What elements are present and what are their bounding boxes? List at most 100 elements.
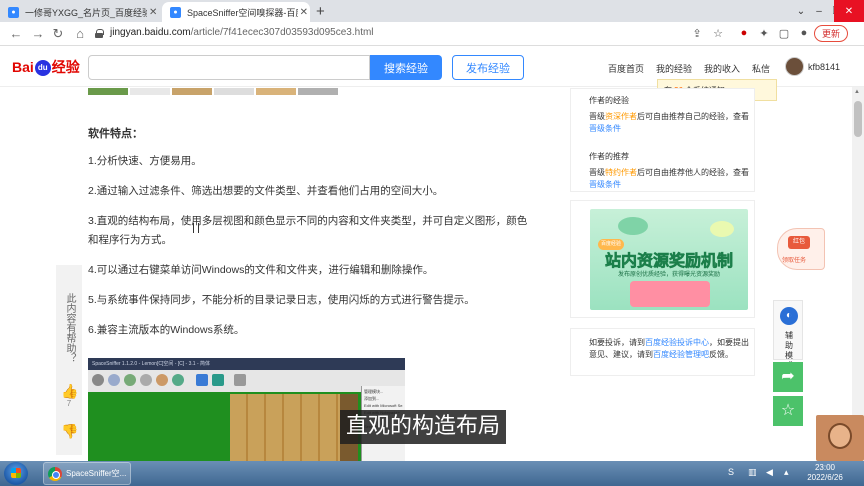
thumbs-up-icon[interactable]: 👍 xyxy=(61,383,78,399)
page-scrollbar[interactable]: ▲ ▼ xyxy=(852,87,864,460)
publish-button[interactable]: 发布经验 xyxy=(452,55,524,80)
author-exp-title: 作者的经验 xyxy=(589,96,629,105)
tool-icon xyxy=(140,374,152,386)
tab-title: 一修哥YXGG_名片页_百度经验 xyxy=(25,7,147,18)
text-part: 意见、建议，请到 xyxy=(589,350,653,359)
author-card: 作者的经验 晋级资深作者后可自由推荐自己的经验，查看 晋级条件 作者的推荐 晋级… xyxy=(570,88,755,192)
red-packet-widget[interactable]: 红包 领取任务 xyxy=(777,228,825,270)
share-page-icon[interactable]: ⇪ xyxy=(690,27,704,40)
chrome-icon xyxy=(48,467,62,481)
scroll-thumb[interactable] xyxy=(854,101,862,137)
banner-subtitle: 发布原创优质经验，获得曝光资源奖励 xyxy=(617,272,720,278)
screenshot-title: SpaceSniffer 1.1.2.0 - Lemon[C]空间 - [C] … xyxy=(88,358,405,370)
back-icon[interactable]: ← xyxy=(8,26,24,41)
highlight-text: 资深作者 xyxy=(605,112,637,121)
nav-home-link[interactable]: 百度首页 xyxy=(608,62,644,75)
close-window-icon[interactable]: ✕ xyxy=(834,0,864,22)
reload-icon[interactable]: ↻ xyxy=(50,26,66,42)
reward-banner[interactable]: 百度经验 站内资源奖励机制 发布原创优质经验，获得曝光资源奖励 xyxy=(590,209,748,310)
menu-item: Edit with Microsoft Se... xyxy=(364,403,403,408)
feature-item: 4.可以通过右键菜单访问Windows的文件和文件夹，进行编辑和删除操作。 xyxy=(88,264,434,276)
logo-jingyan-text: 经验 xyxy=(51,59,80,75)
text-part: 后可自由推荐自己的经验，查看 xyxy=(637,112,749,121)
complaint-center-link[interactable]: 百度经验投诉中心 xyxy=(645,338,709,347)
presenter-webcam xyxy=(816,415,864,461)
feature-item: 3.直观的结构布局，使用多层视图和颜色显示不同的内容和文件夹类型，并可自定义图形… xyxy=(88,215,528,246)
text-part: ，如要提出 xyxy=(709,338,749,347)
feedback-bar-link[interactable]: 百度经验管理吧 xyxy=(653,350,709,359)
puzzle-extensions-icon[interactable]: ✦ xyxy=(757,27,771,40)
baidu-jingyan-logo[interactable]: Bai du 经验 xyxy=(12,57,80,77)
share-button[interactable]: ➦ xyxy=(773,362,803,392)
menu-item: 管理模块... xyxy=(364,389,384,394)
network-icon[interactable]: ▥ xyxy=(748,467,757,478)
paw-icon: du xyxy=(34,60,51,77)
username[interactable]: kfb8141 xyxy=(808,62,840,72)
system-clock[interactable]: 23:00 2022/6/26 xyxy=(803,463,847,483)
volume-icon[interactable]: ◀ xyxy=(766,467,773,478)
avatar[interactable] xyxy=(785,57,804,76)
search-input[interactable] xyxy=(88,55,370,80)
extension-icon[interactable]: ● xyxy=(737,27,751,39)
thumbs-down-icon[interactable]: 👎 xyxy=(61,423,78,439)
taskbar-chrome-item[interactable]: SpaceSniffer空... xyxy=(43,462,131,485)
feature-item: 2.通过输入过滤条件、筛选出想要的文件类型、并查看他们占用的空间大小。 xyxy=(88,185,444,197)
promotion-link[interactable]: 晋级条件 xyxy=(589,180,621,189)
assist-mode-icon: ◐ xyxy=(780,307,798,325)
tab-close-icon[interactable]: ✕ xyxy=(298,7,310,18)
search-button[interactable]: 搜索经验 xyxy=(370,55,442,80)
feature-item: 6.兼容主流版本的Windows系统。 xyxy=(88,324,245,336)
bookmark-star-icon[interactable]: ☆ xyxy=(711,27,725,40)
address-bar[interactable]: jingyan.baidu.com/article/7f41ecec307d03… xyxy=(110,27,374,38)
star-icon: ☆ xyxy=(780,402,796,419)
floating-toolbar: ◐ 辅助模式 ➦ ☆ xyxy=(773,300,803,428)
author-rec-title: 作者的推荐 xyxy=(589,152,629,161)
feature-item: 1.分析快速、方便易用。 xyxy=(88,155,202,167)
tool-icon xyxy=(156,374,168,386)
scroll-up-icon[interactable]: ▲ xyxy=(854,89,860,95)
clock-date: 2022/6/26 xyxy=(807,473,843,482)
text-part: 如要投诉，请到 xyxy=(589,338,645,347)
nav-my-income-link[interactable]: 我的收入 xyxy=(704,62,740,75)
tool-icon xyxy=(196,374,208,386)
decor-shape xyxy=(618,217,648,235)
treemap-blocks xyxy=(230,394,340,461)
tool-icon xyxy=(234,374,246,386)
author-exp-text: 晋级资深作者后可自由推荐自己的经验，查看 xyxy=(589,111,749,122)
image-thumbnail-strip xyxy=(88,88,338,95)
menu-item: 添加到... xyxy=(364,396,380,401)
tab-close-icon[interactable]: ✕ xyxy=(147,7,161,18)
tab-article[interactable]: ● SpaceSniffer空间嗅探器-百度经 ✕ xyxy=(162,2,310,22)
new-tab-icon[interactable]: + xyxy=(316,3,325,20)
browser-toolbar: ← → ↻ ⌂ jingyan.baidu.com/article/7f41ec… xyxy=(0,22,864,46)
url-host: jingyan.baidu.com xyxy=(110,27,191,38)
presenter-face xyxy=(828,423,852,449)
input-method-icon[interactable]: S xyxy=(728,467,734,477)
reading-list-icon[interactable]: ▢ xyxy=(777,27,791,40)
text-part: 反馈。 xyxy=(709,350,733,359)
tab-profile[interactable]: ● 一修哥YXGG_名片页_百度经验 ✕ xyxy=(0,2,160,22)
favorite-button[interactable]: ☆ xyxy=(773,396,803,426)
share-icon: ➦ xyxy=(781,368,795,385)
tool-icon xyxy=(172,374,184,386)
forward-icon[interactable]: → xyxy=(30,26,46,41)
feature-item: 5.与系统事件保持同步，不能分析的目录记录日志，使用闪烁的方式进行警告提示。 xyxy=(88,294,475,306)
home-icon[interactable]: ⌂ xyxy=(72,26,88,41)
profile-icon[interactable]: ● xyxy=(797,27,811,39)
text-part: 晋级 xyxy=(589,168,605,177)
lock-icon[interactable] xyxy=(95,29,104,38)
start-button[interactable] xyxy=(4,462,28,485)
taskbar-item-label: SpaceSniffer空... xyxy=(66,469,127,478)
tab-title: SpaceSniffer空间嗅探器-百度经 xyxy=(187,7,298,18)
nav-messages-link[interactable]: 私信 xyxy=(752,62,770,75)
baidu-favicon-icon: ● xyxy=(8,6,19,18)
helpful-count: 7 xyxy=(66,399,72,408)
decor-shape xyxy=(630,281,710,307)
tray-arrow-icon[interactable]: ▴ xyxy=(784,467,789,478)
nav-my-experience-link[interactable]: 我的经验 xyxy=(656,62,692,75)
assist-mode-button[interactable]: ◐ 辅助模式 xyxy=(773,300,803,370)
helpful-panel: 此内容有帮助？ 👍 7 👎 xyxy=(56,265,82,455)
tool-icon xyxy=(124,374,136,386)
update-button[interactable]: 更新 xyxy=(814,25,848,42)
promotion-link[interactable]: 晋级条件 xyxy=(589,124,621,133)
